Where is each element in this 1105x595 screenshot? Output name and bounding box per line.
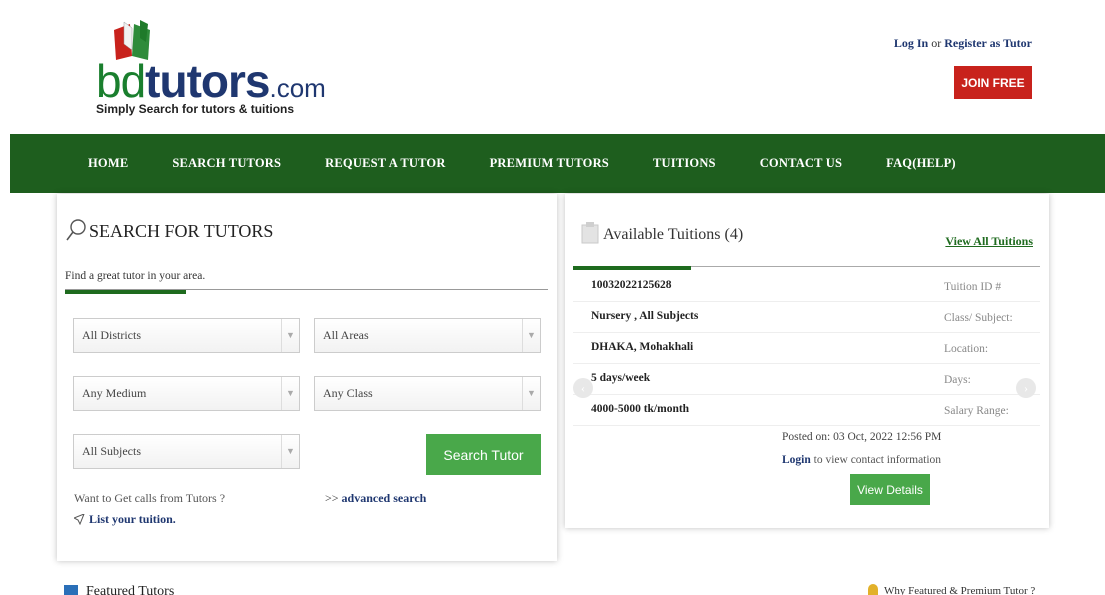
subjects-select[interactable]: All Subjects ▼ [73,434,300,469]
tuition-row-subject: Nursery , All Subjects Class/ Subject: [573,302,1040,333]
send-arrow-icon [74,514,85,525]
tuition-subject-label: Class/ Subject: [944,312,1013,324]
tuition-id-label: Tuition ID # [944,281,1002,293]
chevron-down-icon: ▼ [522,377,540,410]
why-featured-text: Why Featured & Premium Tutor ? [884,585,1036,595]
medium-select[interactable]: Any Medium ▼ [73,376,300,411]
search-title-text: SEARCH FOR TUTORS [89,221,274,241]
tuition-days-value: 5 days/week [591,372,651,384]
view-details-button[interactable]: View Details [850,474,930,505]
login-contact-text: to view contact information [810,454,942,466]
tuition-salary-value: 4000-5000 tk/month [591,403,690,415]
nav-request-tutor[interactable]: REQUEST A TUTOR [325,156,445,171]
tuition-location-value: DHAKA, Mohakhali [591,341,694,353]
list-tuition-link[interactable]: List your tuition. [74,512,176,527]
join-free-button[interactable]: JOIN FREE [954,66,1032,99]
featured-tutors-icon [64,585,78,595]
tuitions-title-text: Available Tuitions (4) [603,226,744,243]
book-logo-icon [114,20,150,60]
lightbulb-icon [868,584,878,595]
tuition-login-link[interactable]: Login [782,454,811,466]
tuition-row-days: 5 days/week Days: [573,364,1040,395]
auth-links: Log In or Register as Tutor [894,36,1032,51]
nav-search-tutors[interactable]: SEARCH TUTORS [172,156,281,171]
advanced-search-link[interactable]: advanced search [342,491,427,505]
site-logo[interactable]: bdtutors.com Simply Search for tutors & … [96,20,326,120]
tuition-row-salary: 4000-5000 tk/month Salary Range: [573,395,1040,426]
tuition-row-id: 10032022125628 Tuition ID # [573,271,1040,302]
search-divider-accent [65,290,186,294]
tuition-location-label: Location: [944,343,989,355]
list-tuition-text: List your tuition. [89,512,176,526]
chevron-down-icon: ▼ [281,435,299,468]
nav-faq[interactable]: FAQ(HELP) [886,156,956,171]
tuitions-divider-accent [573,266,691,270]
why-featured-link[interactable]: Why Featured & Premium Tutor ? [868,584,1035,595]
auth-or: or [928,36,945,50]
tuition-subject-value: Nursery , All Subjects [591,310,699,322]
subjects-value: All Subjects [82,444,141,458]
nav-contact-us[interactable]: CONTACT US [760,156,842,171]
class-select[interactable]: Any Class ▼ [314,376,541,411]
tuitions-panel: Available Tuitions (4) View All Tuitions… [565,194,1049,528]
district-value: All Districts [82,328,141,342]
advanced-search[interactable]: >> advanced search [325,491,426,506]
tuition-row-location: DHAKA, Mohakhali Location: [573,333,1040,364]
login-link[interactable]: Log In [894,36,928,50]
logo-com: .com [269,73,326,103]
search-panel: SEARCH FOR TUTORS Find a great tutor in … [57,194,557,561]
chevron-down-icon: ▼ [281,319,299,352]
magnifier-icon [66,219,86,241]
medium-value: Any Medium [82,386,147,400]
tuition-salary-label: Salary Range: [944,405,1009,417]
want-calls-link[interactable]: Want to Get calls from Tutors ? [74,491,225,506]
posted-date: Posted on: 03 Oct, 2022 12:56 PM [782,431,942,443]
tuitions-title: Available Tuitions (4) [581,222,743,244]
next-arrow-icon[interactable]: › [1016,378,1036,398]
logo-tagline: Simply Search for tutors & tuitions [96,102,295,116]
search-title: SEARCH FOR TUTORS [65,218,273,242]
featured-tutors-heading: Featured Tutors [64,584,174,595]
nav-premium-tutors[interactable]: PREMIUM TUTORS [490,156,609,171]
featured-tutors-text: Featured Tutors [86,584,175,595]
advanced-search-prefix: >> [325,491,342,505]
view-all-tuitions-link[interactable]: View All Tuitions [945,234,1033,249]
main-nav: HOME SEARCH TUTORS REQUEST A TUTOR PREMI… [10,134,1105,193]
tuition-id-value: 10032022125628 [591,279,672,291]
nav-home[interactable]: HOME [88,156,128,171]
chevron-down-icon: ▼ [522,319,540,352]
logo-tutors: tutors [145,55,270,107]
chevron-down-icon: ▼ [281,377,299,410]
login-contact-info: Login to view contact information [782,454,941,466]
prev-arrow-icon[interactable]: ‹ [573,378,593,398]
nav-tuitions[interactable]: TUITIONS [653,156,716,171]
area-value: All Areas [323,328,369,342]
search-tutor-button[interactable]: Search Tutor [426,434,541,475]
class-value: Any Class [323,386,373,400]
area-select[interactable]: All Areas ▼ [314,318,541,353]
clipboard-icon [581,222,599,244]
register-tutor-link[interactable]: Register as Tutor [944,36,1032,50]
search-subtitle: Find a great tutor in your area. [65,270,206,282]
tuition-days-label: Days: [944,374,971,386]
logo-bd: bd [96,55,146,107]
district-select[interactable]: All Districts ▼ [73,318,300,353]
